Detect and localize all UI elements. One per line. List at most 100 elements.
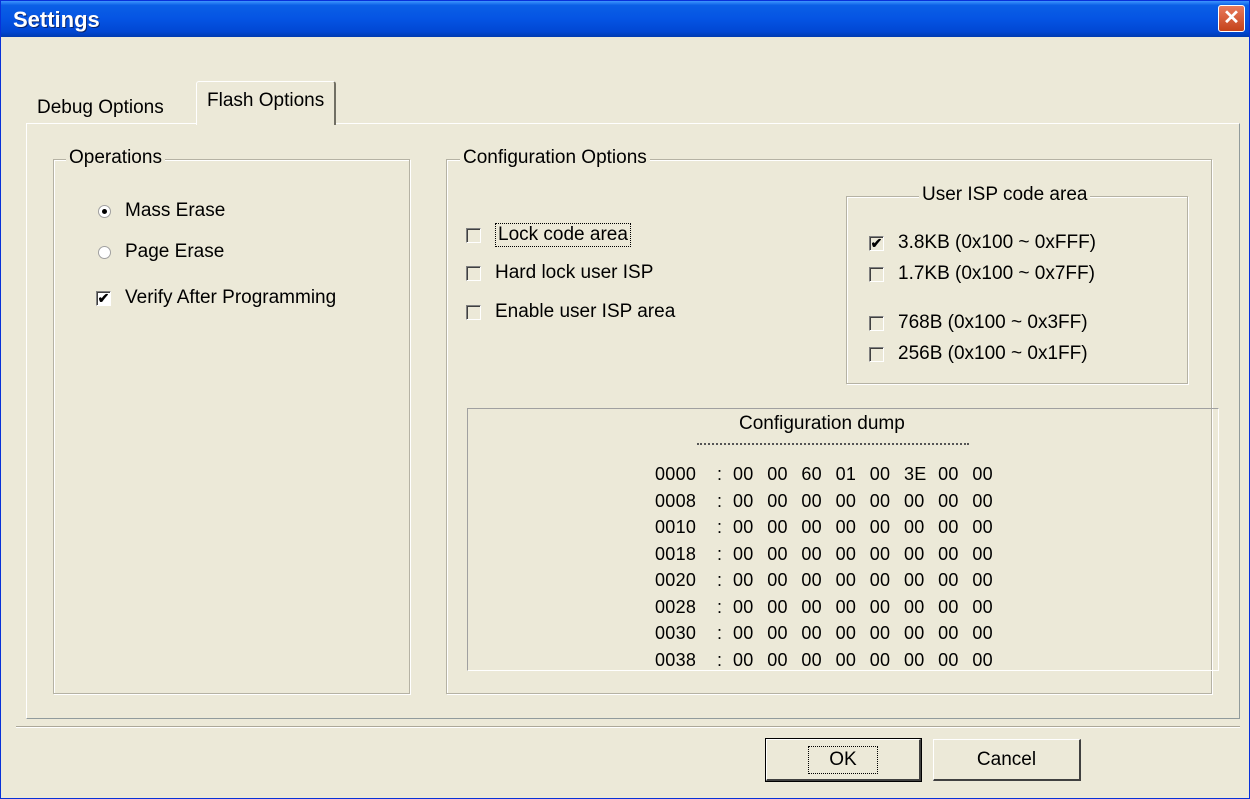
ok-button-label: OK — [808, 745, 878, 774]
dump-byte: 00 — [938, 649, 959, 670]
dump-byte: 60 — [801, 464, 822, 484]
dump-byte: 00 — [767, 543, 788, 564]
verify-checkbox-icon: ✔ — [96, 289, 111, 306]
dump-address: 0000 — [655, 464, 697, 484]
dump-address: 0008 — [655, 490, 697, 511]
isp-1-7kb-label: 1.7KB (0x100 ~ 0x7FF) — [898, 263, 1095, 284]
isp-option-3-8kb[interactable]: ✔ 3.8KB (0x100 ~ 0xFFF) — [869, 232, 1096, 254]
dump-byte: 00 — [801, 623, 822, 643]
isp-option-1-7kb[interactable]: 1.7KB (0x100 ~ 0x7FF) — [869, 263, 1095, 285]
operations-group: Operations — [53, 147, 410, 694]
dump-byte: 00 — [733, 490, 754, 511]
isp-option-256b[interactable]: 256B (0x100 ~ 0x1FF) — [869, 343, 1088, 365]
dump-byte: 00 — [938, 464, 959, 484]
enable-user-isp-area-checkbox[interactable]: Enable user ISP area — [466, 301, 675, 323]
close-icon[interactable]: ✕ — [1218, 5, 1245, 32]
dump-byte: 00 — [835, 543, 857, 564]
dump-byte: 00 — [972, 570, 993, 590]
configuration-dump-table: 0000:00 00 60 01 00 3E 00 00 0008:00 00 00 00 00 00 00… — [655, 461, 1007, 673]
dump-byte: 00 — [869, 596, 891, 617]
dump-row: 0008:00 00 00 00 00 00 00 00 — [655, 488, 1007, 515]
isp-3-8kb-label: 3.8KB (0x100 ~ 0xFFF) — [898, 232, 1096, 253]
dump-byte: 00 — [801, 649, 822, 670]
dump-address: 0038 — [655, 649, 697, 670]
page-erase-label: Page Erase — [125, 241, 225, 262]
dump-byte: 00 — [972, 649, 993, 670]
isp-256b-checkbox-icon — [869, 346, 884, 362]
lock-code-area-checkbox[interactable]: Lock code area — [466, 223, 631, 247]
dump-byte: 00 — [801, 570, 822, 590]
configuration-dump-title: Configuration dump — [739, 413, 905, 434]
dump-byte: 00 — [835, 596, 857, 617]
dump-row: 0030:00 00 00 00 00 00 00 00 — [655, 620, 1007, 647]
dump-byte: 00 — [938, 490, 959, 511]
dump-byte: 00 — [903, 490, 925, 511]
dump-byte: 00 — [903, 596, 925, 617]
dump-byte: 00 — [903, 649, 925, 670]
cancel-button-label: Cancel — [976, 748, 1037, 770]
verify-label: Verify After Programming — [125, 287, 337, 308]
dump-byte: 00 — [938, 517, 959, 537]
isp-768b-checkbox-icon — [869, 315, 884, 331]
dump-row: 0028:00 00 00 00 00 00 00 00 — [655, 594, 1007, 621]
dump-byte: 00 — [972, 543, 993, 564]
isp-768b-label: 768B (0x100 ~ 0x3FF) — [898, 312, 1088, 333]
dump-byte: 00 — [767, 596, 788, 617]
user-isp-code-area-label: User ISP code area — [919, 184, 1091, 206]
verify-after-programming-checkbox[interactable]: ✔ Verify After Programming — [96, 287, 336, 309]
dump-byte: 00 — [733, 464, 754, 484]
dump-byte: 00 — [903, 623, 925, 643]
dump-byte: 00 — [801, 517, 822, 537]
dump-byte: 00 — [972, 490, 993, 511]
dump-byte: 00 — [835, 490, 857, 511]
dump-byte: 00 — [733, 570, 754, 590]
dump-byte: 00 — [801, 490, 822, 511]
dump-byte: 00 — [767, 570, 788, 590]
dump-byte: 00 — [733, 649, 754, 670]
dump-byte: 00 — [938, 623, 959, 643]
dialog-title: Settings — [13, 7, 100, 32]
dump-byte: 00 — [903, 543, 925, 564]
hard-lock-user-isp-checkbox[interactable]: Hard lock user ISP — [466, 262, 653, 284]
isp-1-7kb-checkbox-icon — [869, 266, 884, 282]
page-erase-radio[interactable]: Page Erase — [98, 241, 224, 263]
title-bar[interactable]: Settings ✕ — [1, 1, 1249, 37]
cancel-button[interactable]: Cancel — [933, 739, 1081, 781]
mass-erase-radio[interactable]: Mass Erase — [98, 200, 225, 222]
tab-flash-options[interactable]: Flash Options — [196, 81, 337, 125]
dump-address: 0028 — [655, 596, 697, 617]
isp-3-8kb-checkbox-icon: ✔ — [869, 234, 884, 251]
enable-isp-label: Enable user ISP area — [495, 301, 676, 322]
dump-byte: 00 — [801, 543, 822, 564]
dump-byte: 00 — [869, 649, 891, 670]
dump-byte: 00 — [903, 570, 925, 590]
dump-byte: 00 — [835, 649, 857, 670]
ok-button[interactable]: OK — [765, 738, 922, 782]
settings-dialog: Settings ✕ Debug Options Flash Options O… — [0, 0, 1250, 799]
dump-byte: 00 — [869, 570, 891, 590]
dump-byte: 00 — [733, 543, 754, 564]
dump-byte: 00 — [835, 570, 857, 590]
dump-byte: 00 — [767, 490, 788, 511]
dump-byte: 00 — [972, 596, 993, 617]
tab-debug-options[interactable]: Debug Options — [28, 95, 173, 125]
dump-byte: 00 — [733, 517, 754, 537]
lock-code-label: Lock code area — [495, 223, 631, 247]
dump-byte: 00 — [869, 517, 891, 537]
dump-row: 0000:00 00 60 01 00 3E 00 00 — [655, 461, 1007, 488]
isp-option-768b[interactable]: 768B (0x100 ~ 0x3FF) — [869, 312, 1088, 334]
dump-byte: 00 — [972, 517, 993, 537]
dump-byte: 00 — [835, 623, 857, 643]
dump-byte: 00 — [767, 623, 788, 643]
dump-byte: 00 — [767, 649, 788, 670]
dump-byte: 00 — [938, 543, 959, 564]
dump-byte: 00 — [835, 517, 857, 537]
hard-lock-label: Hard lock user ISP — [495, 262, 654, 283]
operations-label: Operations — [66, 147, 165, 169]
dump-byte: 00 — [733, 596, 754, 617]
isp-256b-label: 256B (0x100 ~ 0x1FF) — [898, 343, 1088, 364]
lock-code-checkbox-icon — [466, 227, 481, 243]
dump-byte: 00 — [869, 490, 891, 511]
dump-address: 0030 — [655, 623, 697, 643]
enable-isp-checkbox-icon — [466, 304, 481, 320]
